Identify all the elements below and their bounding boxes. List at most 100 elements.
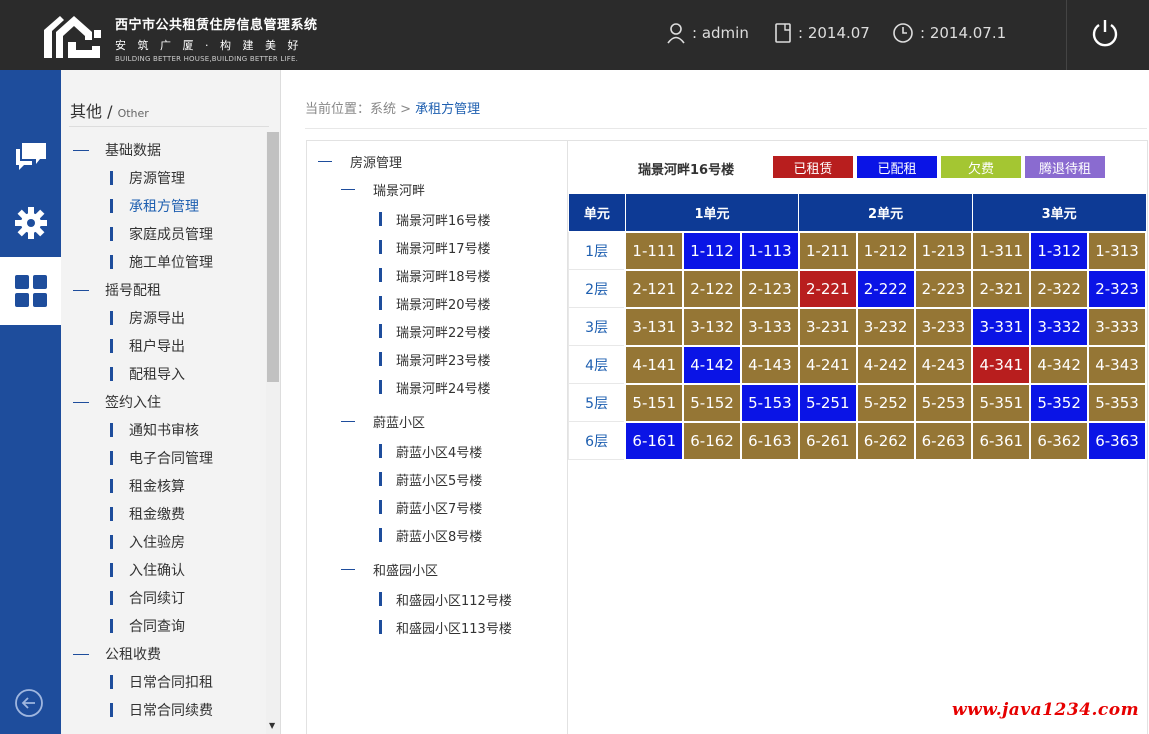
room-cell[interactable]: 3-333	[1087, 306, 1147, 347]
breadcrumb-current[interactable]: 承租方管理	[415, 102, 480, 117]
room-cell[interactable]: 2-123	[739, 268, 800, 309]
room-cell[interactable]: 4-341	[971, 344, 1032, 385]
room-cell[interactable]: 4-342	[1029, 344, 1090, 385]
sidebar-item[interactable]: 承租方管理	[61, 192, 266, 220]
module-chat-button[interactable]	[0, 121, 61, 189]
tree-leaf[interactable]: 蔚蓝小区4号楼	[379, 441, 482, 461]
tree-leaf[interactable]: 瑞景河畔18号楼	[379, 265, 491, 285]
tree-leaf[interactable]: 瑞景河畔17号楼	[379, 237, 491, 257]
room-cell[interactable]: 6-263	[913, 420, 974, 461]
room-cell[interactable]: 5-251	[797, 382, 858, 423]
room-cell[interactable]: 6-262	[855, 420, 916, 461]
room-cell[interactable]: 3-331	[971, 306, 1032, 347]
room-cell[interactable]: 1-111	[624, 230, 685, 271]
room-cell[interactable]: 6-261	[797, 420, 858, 461]
sidebar-item[interactable]: 入住确认	[61, 556, 266, 584]
room-cell[interactable]: 5-353	[1087, 382, 1147, 423]
room-cell[interactable]: 6-363	[1087, 420, 1147, 461]
room-cell[interactable]: 5-253	[913, 382, 974, 423]
room-cell[interactable]: 5-252	[855, 382, 916, 423]
room-cell[interactable]: 1-113	[739, 230, 800, 271]
sidebar-scrollbar[interactable]: ▼	[266, 132, 280, 734]
tree-group[interactable]: 瑞景河畔	[341, 179, 425, 199]
room-cell[interactable]: 6-163	[739, 420, 800, 461]
sidebar-item[interactable]: 配租导入	[61, 360, 266, 388]
room-cell[interactable]: 3-131	[624, 306, 685, 347]
room-cell[interactable]: 3-332	[1029, 306, 1090, 347]
tree-leaf[interactable]: 和盛园小区113号楼	[379, 617, 512, 637]
scrollbar-thumb[interactable]	[267, 132, 279, 382]
module-settings-button[interactable]	[0, 189, 61, 257]
sidebar-item[interactable]: 合同续订	[61, 584, 266, 612]
tree-root[interactable]: 房源管理	[318, 151, 402, 171]
room-cell[interactable]: 5-151	[624, 382, 685, 423]
tree-leaf[interactable]: 和盛园小区112号楼	[379, 589, 512, 609]
tree-leaf[interactable]: 瑞景河畔24号楼	[379, 377, 491, 397]
room-cell[interactable]: 6-162	[682, 420, 742, 461]
sidebar-item[interactable]: 通知书审核	[61, 416, 266, 444]
room-cell[interactable]: 4-241	[797, 344, 858, 385]
room-cell[interactable]: 4-143	[739, 344, 800, 385]
sidebar-item[interactable]: 租金核算	[61, 472, 266, 500]
sidebar-item[interactable]: 家庭成员管理	[61, 220, 266, 248]
sidebar-item[interactable]: 房源导出	[61, 304, 266, 332]
room-cell[interactable]: 3-132	[682, 306, 742, 347]
room-cell[interactable]: 5-152	[682, 382, 742, 423]
tree-leaf[interactable]: 瑞景河畔23号楼	[379, 349, 491, 369]
room-cell[interactable]: 1-311	[971, 230, 1032, 271]
room-cell[interactable]: 3-233	[913, 306, 974, 347]
user-info[interactable]: : admin	[666, 20, 749, 46]
sidebar-item[interactable]: 入住验房	[61, 528, 266, 556]
room-cell[interactable]: 5-153	[739, 382, 800, 423]
sidebar-group[interactable]: 签约入住	[61, 388, 266, 416]
room-cell[interactable]: 1-213	[913, 230, 974, 271]
room-cell[interactable]: 1-312	[1029, 230, 1090, 271]
sidebar-item[interactable]: 合同查询	[61, 612, 266, 640]
sidebar-group[interactable]: 公租收费	[61, 640, 266, 668]
room-cell[interactable]: 2-322	[1029, 268, 1090, 309]
power-icon[interactable]	[1089, 17, 1121, 49]
room-cell[interactable]: 1-112	[682, 230, 742, 271]
room-cell[interactable]: 4-141	[624, 344, 685, 385]
sidebar-item[interactable]: 施工单位管理	[61, 248, 266, 276]
room-cell[interactable]: 2-223	[913, 268, 974, 309]
room-cell[interactable]: 3-133	[739, 306, 800, 347]
room-cell[interactable]: 5-351	[971, 382, 1032, 423]
room-cell[interactable]: 6-361	[971, 420, 1032, 461]
room-cell[interactable]: 4-343	[1087, 344, 1147, 385]
tree-leaf[interactable]: 瑞景河畔20号楼	[379, 293, 491, 313]
sidebar-item[interactable]: 租户导出	[61, 332, 266, 360]
room-cell[interactable]: 2-221	[797, 268, 858, 309]
sidebar-item[interactable]: 日常合同续费	[61, 696, 266, 724]
tree-leaf[interactable]: 瑞景河畔16号楼	[379, 209, 491, 229]
room-cell[interactable]: 6-161	[624, 420, 685, 461]
room-cell[interactable]: 2-122	[682, 268, 742, 309]
tree-group[interactable]: 和盛园小区	[341, 559, 438, 579]
scroll-down-arrow-icon[interactable]: ▼	[269, 721, 275, 730]
room-cell[interactable]: 4-142	[682, 344, 742, 385]
room-cell[interactable]: 2-222	[855, 268, 916, 309]
room-cell[interactable]: 4-243	[913, 344, 974, 385]
room-cell[interactable]: 3-232	[855, 306, 916, 347]
room-cell[interactable]: 1-211	[797, 230, 858, 271]
back-arrow-icon[interactable]	[14, 688, 44, 718]
room-cell[interactable]: 2-121	[624, 268, 685, 309]
sidebar-group[interactable]: 摇号配租	[61, 276, 266, 304]
tree-leaf[interactable]: 蔚蓝小区8号楼	[379, 525, 482, 545]
room-cell[interactable]: 5-352	[1029, 382, 1090, 423]
sidebar-item[interactable]: 房源管理	[61, 164, 266, 192]
room-cell[interactable]: 6-362	[1029, 420, 1090, 461]
sidebar-item[interactable]: 电子合同管理	[61, 444, 266, 472]
sidebar-item[interactable]: 日常合同扣租	[61, 668, 266, 696]
tree-group[interactable]: 蔚蓝小区	[341, 411, 425, 431]
tree-leaf[interactable]: 蔚蓝小区5号楼	[379, 469, 482, 489]
room-cell[interactable]: 3-231	[797, 306, 858, 347]
room-cell[interactable]: 1-313	[1087, 230, 1147, 271]
room-cell[interactable]: 4-242	[855, 344, 916, 385]
module-grid-button[interactable]	[0, 257, 61, 325]
tree-leaf[interactable]: 蔚蓝小区7号楼	[379, 497, 482, 517]
sidebar-group[interactable]: 基础数据	[61, 136, 266, 164]
tree-leaf[interactable]: 瑞景河畔22号楼	[379, 321, 491, 341]
sidebar-item[interactable]: 租金缴费	[61, 500, 266, 528]
room-cell[interactable]: 2-321	[971, 268, 1032, 309]
